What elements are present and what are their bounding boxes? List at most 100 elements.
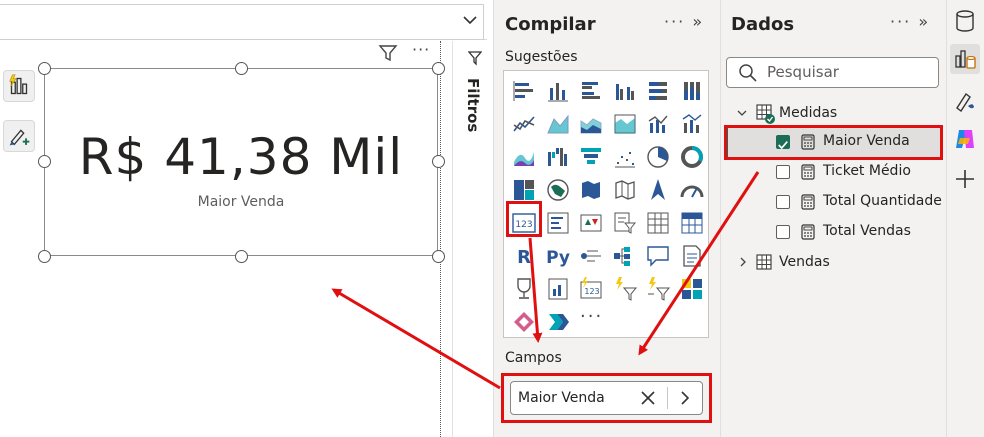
- table-icon[interactable]: [645, 210, 671, 236]
- area-chart-icon: [546, 114, 568, 134]
- more-visuals-button[interactable]: ···: [580, 306, 603, 327]
- key-influencers-icon[interactable]: [578, 243, 604, 269]
- scatter-chart-icon[interactable]: [612, 144, 638, 170]
- line-stacked-column-icon: [682, 114, 701, 133]
- measure-checkbox[interactable]: [776, 225, 790, 239]
- 100-stacked-column-icon: [683, 82, 700, 100]
- search-placeholder: Pesquisar: [767, 63, 839, 81]
- measure-item-label[interactable]: Total Vendas: [823, 223, 911, 239]
- filters-pane-label[interactable]: Filtros: [462, 78, 482, 138]
- scatter-chart-icon: [614, 152, 635, 168]
- resize-handle-top-left[interactable]: [38, 62, 51, 75]
- 100-stacked-bar-icon[interactable]: [645, 78, 671, 104]
- custom-visual-icon[interactable]: [679, 276, 705, 302]
- slicer-icon[interactable]: [612, 210, 638, 236]
- tree-table-vendas[interactable]: Vendas: [779, 254, 830, 270]
- chevron-down-icon[interactable]: [736, 107, 748, 119]
- stacked-column-icon[interactable]: [545, 78, 571, 104]
- paginated-report-icon[interactable]: [545, 276, 571, 302]
- multi-row-card-icon[interactable]: [545, 210, 571, 236]
- ribbon-area-icon[interactable]: [612, 111, 638, 137]
- r-script-icon: R: [517, 247, 531, 268]
- python-icon[interactable]: Py: [545, 243, 571, 269]
- quick-insights-button[interactable]: [3, 70, 35, 102]
- chevron-right-icon[interactable]: [737, 256, 749, 268]
- 100-stacked-bar-icon: [649, 82, 667, 100]
- resize-handle-top[interactable]: [235, 62, 248, 75]
- narrative-icon[interactable]: [679, 243, 705, 269]
- power-apps-icon[interactable]: 123: [578, 276, 604, 302]
- clustered-column-icon[interactable]: [612, 78, 638, 104]
- measure-checkbox[interactable]: [776, 165, 790, 179]
- format-visual-button[interactable]: [3, 120, 35, 152]
- resize-handle-bottom-right[interactable]: [432, 250, 445, 263]
- line-stacked-column-icon[interactable]: [679, 111, 705, 137]
- resize-handle-top-right[interactable]: [432, 62, 445, 75]
- donut-chart-icon: [680, 146, 703, 168]
- smart-filter-icon[interactable]: [645, 276, 671, 302]
- gauge-icon[interactable]: [679, 177, 705, 203]
- clustered-column-icon: [615, 84, 634, 100]
- data-cylinder-button[interactable]: [950, 6, 980, 36]
- map-icon[interactable]: [545, 177, 571, 203]
- add-pane-button[interactable]: [950, 164, 980, 194]
- kpi-icon[interactable]: [578, 210, 604, 236]
- qa-icon[interactable]: [645, 243, 671, 269]
- card-value: R$ 41,38 Mil: [78, 128, 404, 186]
- python-icon: Py: [546, 248, 570, 268]
- measures-table-icon: [756, 104, 775, 124]
- clustered-bar-icon[interactable]: [578, 78, 604, 104]
- measure-item-label[interactable]: Ticket Médio: [823, 163, 911, 179]
- filled-map-icon[interactable]: [578, 177, 604, 203]
- paginated-report-icon: [548, 278, 567, 300]
- line-chart-icon[interactable]: [511, 111, 537, 137]
- calculator-icon: [801, 224, 815, 240]
- decomposition-tree-icon[interactable]: [612, 243, 638, 269]
- r-script-icon[interactable]: R: [511, 243, 537, 269]
- canvas-page-boundary: [440, 41, 441, 437]
- resize-handle-bottom[interactable]: [235, 250, 248, 263]
- tree-table-medidas[interactable]: Medidas: [779, 105, 837, 121]
- map-icon: [546, 179, 569, 201]
- power-apps-diamond-icon[interactable]: [511, 309, 537, 335]
- format-button[interactable]: [950, 86, 980, 116]
- page-selector-dropdown[interactable]: [0, 4, 484, 40]
- resize-handle-bottom-left[interactable]: [38, 250, 51, 263]
- filter-icon[interactable]: [378, 43, 398, 63]
- build-visual-button[interactable]: [950, 44, 980, 74]
- data-pane-title: Dados: [731, 14, 795, 35]
- pie-chart-icon: [647, 146, 669, 168]
- funnel-icon[interactable]: [578, 144, 604, 170]
- area-chart-icon[interactable]: [545, 111, 571, 137]
- pie-chart-icon[interactable]: [645, 144, 671, 170]
- copilot-button[interactable]: [950, 124, 980, 154]
- build-pane-more-options[interactable]: ··· »: [664, 12, 704, 31]
- stacked-bar-icon[interactable]: [511, 78, 537, 104]
- azure-map-icon[interactable]: [645, 177, 671, 203]
- power-automate-icon[interactable]: [612, 276, 638, 302]
- power-apps-icon: 123: [580, 277, 602, 299]
- calculator-icon: [801, 164, 815, 180]
- calculator-icon: [801, 194, 815, 210]
- more-options-icon[interactable]: ···: [412, 40, 430, 59]
- 100-stacked-column-icon[interactable]: [679, 78, 705, 104]
- waterfall-chart-icon[interactable]: [545, 144, 571, 170]
- chevron-down-icon[interactable]: [460, 10, 480, 30]
- goals-icon: [517, 278, 531, 299]
- shape-map-icon[interactable]: [612, 177, 638, 203]
- measure-item-label[interactable]: Total Quantidade: [823, 193, 942, 209]
- measure-checkbox[interactable]: [776, 195, 790, 209]
- arrow-chevron-icon[interactable]: [545, 309, 571, 335]
- multi-row-card-icon: [547, 212, 568, 234]
- narrative-icon: [682, 245, 701, 267]
- svg-text:R: R: [517, 247, 531, 268]
- stacked-area-icon[interactable]: [578, 111, 604, 137]
- matrix-icon[interactable]: [679, 210, 705, 236]
- ribbon-chart-icon[interactable]: [511, 144, 537, 170]
- goals-icon[interactable]: [511, 276, 537, 302]
- filter-pane-icon: [468, 51, 482, 66]
- data-pane-more-options[interactable]: ··· »: [890, 12, 930, 31]
- treemap-icon[interactable]: [511, 177, 537, 203]
- line-column-icon[interactable]: [645, 111, 671, 137]
- donut-chart-icon[interactable]: [679, 144, 705, 170]
